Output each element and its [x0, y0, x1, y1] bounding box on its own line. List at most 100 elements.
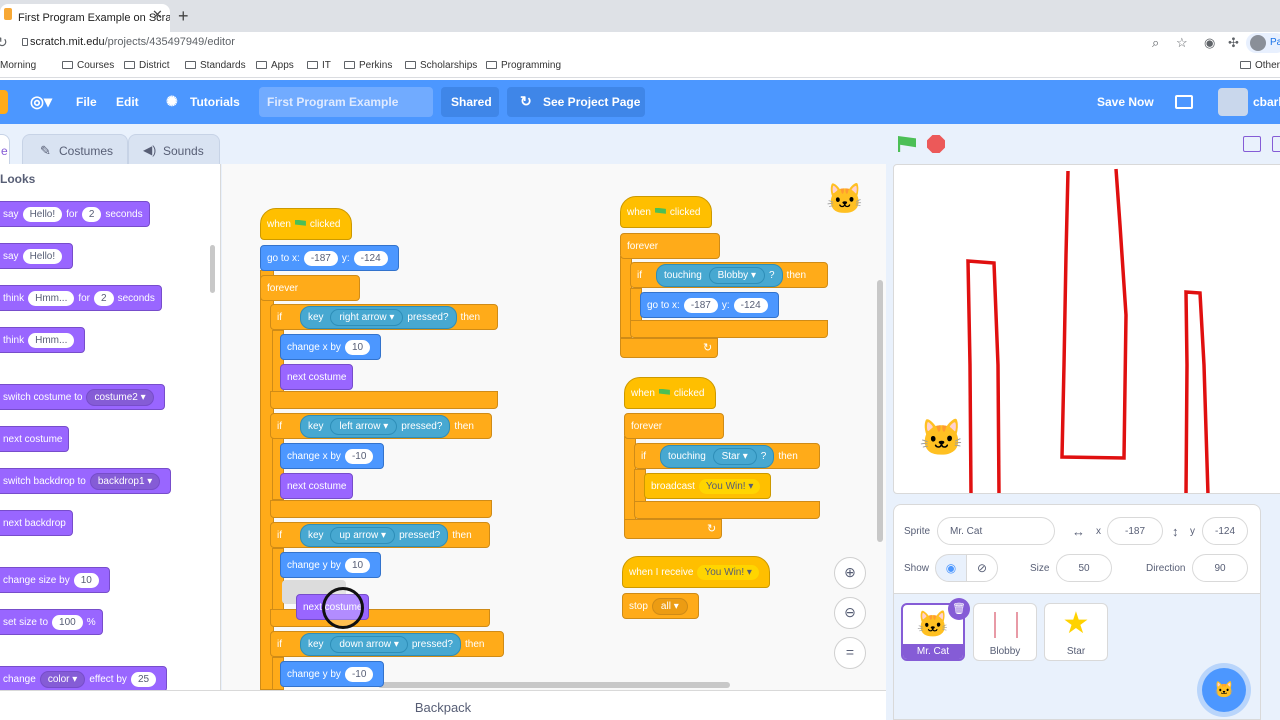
size-label: Size — [1030, 563, 1050, 574]
if-right-arrow-block[interactable]: if key right arrow ▾ pressed? then — [270, 304, 498, 330]
switch-backdrop-block[interactable]: switch backdrop to backdrop1 ▾ — [0, 468, 172, 494]
bookmark-courses[interactable]: Courses — [62, 60, 114, 71]
show-hidden-icon[interactable]: ⊘ — [966, 554, 998, 582]
sprite-name-input[interactable]: Mr. Cat — [937, 517, 1055, 545]
when-flag-clicked-hat[interactable]: when clicked — [260, 208, 352, 240]
show-visible-icon[interactable]: ◉ — [935, 554, 967, 582]
tab-costumes[interactable]: Costumes — [22, 134, 128, 164]
forever-block[interactable]: forever — [260, 275, 360, 301]
bookmark-standards[interactable]: Standards — [185, 60, 246, 71]
puzzle-icon[interactable]: ✣ — [1228, 35, 1239, 51]
star-icon[interactable]: ☆ — [1176, 35, 1188, 51]
next-costume-block[interactable]: next costume — [280, 364, 354, 390]
horizontal-arrows-icon: ↔ — [1072, 524, 1085, 539]
sprite-tile-blobby[interactable]: Blobby — [973, 603, 1037, 661]
forever-block[interactable]: forever — [620, 233, 720, 259]
change-y-block[interactable]: change y by -10 — [280, 661, 385, 687]
folder-icon — [256, 61, 267, 69]
folder-icon[interactable] — [1175, 95, 1193, 109]
when-flag-clicked-hat[interactable]: when clicked — [620, 196, 712, 228]
username[interactable]: cbark — [1253, 95, 1280, 109]
direction-label: Direction — [1146, 563, 1186, 574]
avatar — [1250, 35, 1266, 51]
url-text[interactable]: scratch.mit.edu/projects/435497949/edito… — [30, 36, 235, 48]
stop-all-block[interactable]: stop all ▾ — [622, 593, 699, 619]
avatar[interactable] — [1218, 88, 1248, 116]
y-label: y — [1190, 526, 1195, 537]
change-x-block[interactable]: change x by -10 — [280, 443, 385, 469]
x-position-input[interactable]: -187 — [1107, 517, 1163, 545]
size-input[interactable]: 50 — [1056, 554, 1112, 582]
sprite-tile-star[interactable]: ★ Star — [1044, 603, 1108, 661]
shared-button[interactable]: Shared — [441, 87, 499, 117]
think-block[interactable]: think Hmm... — [0, 327, 86, 353]
edit-menu[interactable]: Edit — [116, 95, 139, 109]
next-costume-block[interactable]: next costume — [280, 473, 354, 499]
browser-tab[interactable]: First Program Example on Scra — [0, 4, 170, 32]
large-stage-icon[interactable] — [1272, 136, 1280, 152]
zoom-icon[interactable]: ⌕ — [1152, 35, 1159, 51]
add-sprite-button[interactable]: 🐱 — [1202, 668, 1246, 712]
switch-costume-block[interactable]: switch costume to costume2 ▾ — [0, 384, 165, 410]
save-now-button[interactable]: Save Now — [1097, 95, 1154, 109]
go-to-xy-block[interactable]: go to x: -187 y: -124 — [260, 245, 399, 271]
change-y-block[interactable]: change y by 10 — [280, 552, 382, 578]
reload-icon[interactable]: ↻ — [0, 34, 8, 51]
when-flag-clicked-hat[interactable]: when clicked — [624, 377, 716, 409]
say-for-block[interactable]: say Hello! for 2 seconds — [0, 201, 150, 227]
stage[interactable]: 🐱 — [893, 164, 1280, 494]
bookmark-scholarships[interactable]: Scholarships — [405, 60, 477, 71]
extension-icon[interactable]: ◉ — [1204, 35, 1215, 51]
close-icon[interactable]: ✕ — [152, 7, 163, 23]
next-backdrop-block[interactable]: next backdrop — [0, 510, 73, 536]
sprite-thumbnail-icon: 🐱 — [826, 183, 864, 216]
forever-block[interactable]: forever — [624, 413, 724, 439]
zoom-reset-icon[interactable]: = — [834, 637, 866, 669]
bookmark-other[interactable]: Other — [1240, 60, 1280, 71]
y-position-input[interactable]: -124 — [1202, 517, 1248, 545]
small-stage-icon[interactable] — [1243, 136, 1261, 152]
broadcast-block[interactable]: broadcast You Win! ▾ — [644, 473, 772, 499]
if-touching-blobby-block[interactable]: if touching Blobby ▾? then — [630, 262, 828, 288]
tab-sounds[interactable]: Sounds — [128, 134, 220, 164]
scratch-logo-icon[interactable] — [0, 90, 8, 114]
palette-category-title: Looks — [0, 172, 36, 186]
bookmark-morning[interactable]: Morning — [0, 60, 36, 71]
if-touching-star-block[interactable]: if touching Star ▾? then — [634, 443, 820, 469]
think-for-block[interactable]: think Hmm... for 2 seconds — [0, 285, 162, 311]
workspace-vertical-scrollbar[interactable] — [877, 280, 883, 542]
bookmark-programming[interactable]: Programming — [486, 60, 561, 71]
change-size-block[interactable]: change size by 10 — [0, 567, 110, 593]
stop-sign-icon[interactable] — [927, 135, 945, 153]
when-i-receive-hat[interactable]: when I receive You Win! ▾ — [622, 556, 770, 588]
if-down-arrow-block[interactable]: if key down arrow ▾ pressed? then — [270, 631, 504, 657]
project-title-input[interactable]: First Program Example — [259, 87, 433, 117]
change-x-block[interactable]: change x by 10 — [280, 334, 382, 360]
file-menu[interactable]: File — [76, 95, 97, 109]
direction-input[interactable]: 90 — [1192, 554, 1248, 582]
x-label: x — [1096, 526, 1101, 537]
say-block[interactable]: say Hello! — [0, 243, 74, 269]
tutorials-menu[interactable]: Tutorials — [190, 95, 240, 109]
cat-sprite[interactable]: 🐱 — [919, 417, 964, 459]
globe-icon[interactable]: ◎▾ — [30, 92, 52, 112]
bookmark-district[interactable]: District — [124, 60, 170, 71]
palette-scrollbar[interactable] — [210, 245, 215, 293]
bookmark-perkins[interactable]: Perkins — [344, 60, 392, 71]
workspace-horizontal-scrollbar[interactable] — [378, 682, 730, 688]
next-costume-block[interactable]: next costume — [0, 426, 70, 452]
new-tab-icon[interactable]: + — [178, 6, 189, 27]
change-effect-block[interactable]: change color ▾ effect by 25 — [0, 666, 168, 692]
set-size-block[interactable]: set size to 100% — [0, 609, 103, 635]
if-up-arrow-block[interactable]: if key up arrow ▾ pressed? then — [270, 522, 490, 548]
zoom-in-icon[interactable]: ⊕ — [834, 557, 866, 589]
zoom-out-icon[interactable]: ⊖ — [834, 597, 866, 629]
if-left-arrow-block[interactable]: if key left arrow ▾ pressed? then — [270, 413, 492, 439]
tab-title: First Program Example on Scra — [18, 12, 170, 24]
go-to-xy-block[interactable]: go to x: -187 y: -124 — [640, 292, 779, 318]
bookmark-it[interactable]: IT — [307, 60, 331, 71]
delete-sprite-icon[interactable]: 🗑 — [948, 598, 970, 620]
backpack[interactable]: Backpack — [0, 690, 886, 720]
bookmark-apps[interactable]: Apps — [256, 60, 294, 71]
tab-code[interactable]: e — [0, 134, 10, 164]
